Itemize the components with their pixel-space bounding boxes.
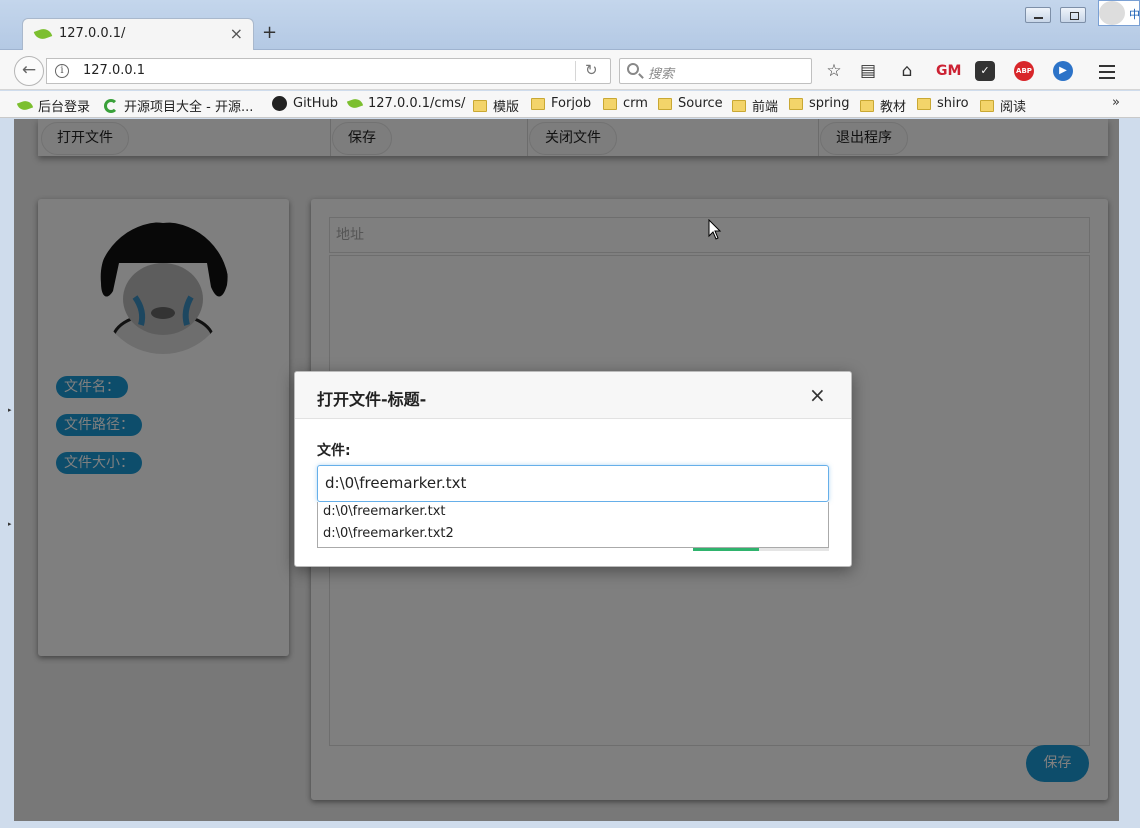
- bookmark-folder[interactable]: 教材: [860, 96, 906, 115]
- search-placeholder: 搜索: [648, 67, 675, 82]
- close-icon[interactable]: ×: [809, 385, 826, 405]
- c-logo-icon: [104, 98, 118, 113]
- file-field-label: 文件:: [317, 443, 351, 459]
- open-file-dialog: 打开文件-标题- × 文件: d:\0\freemarker.txt d:\0\…: [294, 371, 852, 567]
- folder-icon: [531, 97, 545, 110]
- bookmark-folder[interactable]: shiro: [917, 96, 969, 111]
- confirm-button[interactable]: [693, 548, 759, 551]
- new-tab-button[interactable]: +: [262, 22, 277, 43]
- cancel-button[interactable]: [759, 548, 829, 551]
- folder-icon: [732, 99, 746, 112]
- file-path-input[interactable]: d:\0\freemarker.txt: [317, 465, 829, 502]
- bookmark-folder[interactable]: crm: [603, 96, 648, 111]
- folder-icon: [860, 99, 874, 112]
- minimize-button[interactable]: [1025, 7, 1051, 23]
- url-text[interactable]: 127.0.0.1: [83, 63, 145, 78]
- autocomplete-item[interactable]: d:\0\freemarker.txt2: [323, 526, 454, 541]
- bookmark-folder[interactable]: Source: [658, 96, 723, 111]
- bookmark-folder[interactable]: 阅读: [980, 96, 1026, 115]
- bookmark-item[interactable]: 127.0.0.1/cms/: [346, 96, 465, 111]
- bookmark-folder[interactable]: spring: [789, 96, 849, 111]
- ime-indicator[interactable]: 中: [1098, 0, 1140, 26]
- window-border: [0, 821, 1140, 828]
- folder-icon: [917, 97, 931, 110]
- window-border: [0, 119, 14, 828]
- info-icon[interactable]: i: [55, 64, 69, 78]
- leaf-icon: [16, 98, 34, 113]
- reload-icon[interactable]: ↻: [585, 61, 598, 79]
- menu-icon[interactable]: [1097, 61, 1117, 81]
- bookmark-folder[interactable]: 前端: [732, 96, 778, 115]
- resize-handle-icon: ▸: [8, 520, 12, 528]
- folder-icon: [473, 99, 487, 112]
- bookmark-item[interactable]: 后台登录: [16, 96, 90, 115]
- autocomplete-item[interactable]: d:\0\freemarker.txt: [323, 504, 446, 519]
- folder-icon: [658, 97, 672, 110]
- pocket-icon[interactable]: ✓: [975, 61, 995, 81]
- star-icon[interactable]: ☆: [824, 61, 844, 81]
- folder-icon: [980, 99, 994, 112]
- dialog-title: 打开文件-标题-: [317, 390, 427, 409]
- folder-icon: [603, 97, 617, 110]
- mouse-cursor-icon: [708, 219, 722, 240]
- search-icon: [627, 63, 639, 75]
- bookmark-folder[interactable]: Forjob: [531, 96, 591, 111]
- bookmark-folder[interactable]: 模版: [473, 96, 519, 115]
- github-icon: [272, 96, 287, 111]
- browser-navbar: ← i 127.0.0.1 ↻ 搜索 ☆ ▤ ⌂ GM ✓ ABP ▶: [0, 50, 1140, 90]
- autocomplete-list: d:\0\freemarker.txt d:\0\freemarker.txt2: [317, 502, 829, 548]
- ime-avatar-icon: [1099, 1, 1125, 25]
- bookmark-item[interactable]: GitHub: [272, 96, 338, 111]
- tab-title: 127.0.0.1/: [59, 26, 126, 41]
- ime-char: 中: [1129, 8, 1140, 21]
- greasemonkey-icon[interactable]: GM: [936, 61, 961, 81]
- leaf-icon: [346, 96, 364, 111]
- leaf-favicon-icon: [33, 26, 53, 42]
- resize-handle-icon: ▸: [8, 406, 12, 414]
- tab-close-icon[interactable]: ×: [230, 24, 243, 43]
- browser-titlebar: 127.0.0.1/ × + 中: [0, 0, 1140, 50]
- bookmarks-overflow-icon[interactable]: »: [1112, 95, 1120, 110]
- browser-tab[interactable]: 127.0.0.1/ ×: [22, 18, 254, 50]
- extension-icon[interactable]: ▶: [1053, 61, 1073, 81]
- home-icon[interactable]: ⌂: [897, 61, 917, 81]
- maximize-button[interactable]: [1060, 7, 1086, 23]
- adblock-plus-icon[interactable]: ABP: [1014, 61, 1034, 81]
- arrow-left-icon: ←: [21, 60, 37, 80]
- bookmarks-bar: 后台登录 开源项目大全 - 开源... GitHub 127.0.0.1/cms…: [0, 91, 1140, 118]
- url-separator: [575, 61, 576, 81]
- url-bar[interactable]: i 127.0.0.1 ↻: [46, 58, 611, 84]
- dialog-header: 打开文件-标题- ×: [295, 372, 851, 419]
- bookmark-item[interactable]: 开源项目大全 - 开源...: [104, 96, 253, 115]
- window-border: [1119, 119, 1140, 828]
- search-bar[interactable]: 搜索: [619, 58, 812, 84]
- folder-icon: [789, 97, 803, 110]
- reading-list-icon[interactable]: ▤: [858, 61, 878, 81]
- back-button[interactable]: ←: [14, 56, 44, 86]
